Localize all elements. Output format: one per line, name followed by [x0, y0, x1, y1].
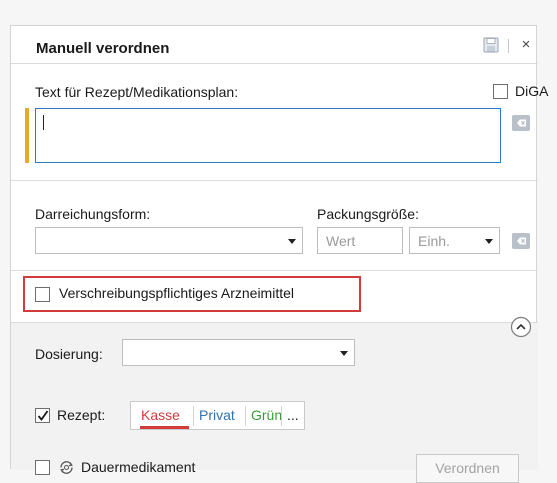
package-value-input[interactable]: Wert: [317, 227, 403, 254]
type-gruen-button[interactable]: Grün: [251, 407, 282, 423]
manual-prescription-dialog: Manuell verordnen × Text für Rezept/Medi…: [10, 25, 548, 483]
permanent-medication-checkbox[interactable]: [35, 460, 50, 475]
prescription-only-label: Verschreibungspflichtiges Arzneimittel: [59, 285, 295, 301]
dosage-form-label: Darreichungsform:: [35, 206, 151, 222]
chevron-down-icon: [340, 351, 348, 356]
title-separator: [508, 39, 509, 53]
checkmark-icon: [37, 410, 49, 421]
package-size-label: Packungsgröße:: [317, 206, 419, 222]
package-value-placeholder: Wert: [326, 233, 356, 249]
prescription-only-checkbox[interactable]: [35, 287, 50, 302]
type-privat-button[interactable]: Privat: [199, 407, 235, 423]
section-divider: [11, 270, 538, 271]
package-unit-placeholder: Einh.: [418, 233, 450, 249]
recurring-pills-icon: [60, 461, 73, 474]
dosage-label: Dosierung:: [35, 346, 103, 362]
more-types-button[interactable]: ...: [287, 407, 299, 423]
prescription-label: Rezept:: [57, 407, 106, 423]
dosage-form-select[interactable]: [35, 227, 303, 254]
header-divider: [11, 63, 538, 64]
prescription-checkbox[interactable]: [35, 408, 50, 423]
required-marker: [25, 108, 29, 163]
rx-text-label: Text für Rezept/Medikationsplan:: [35, 84, 239, 100]
chevron-down-icon: [288, 239, 296, 244]
segment-separator: [245, 406, 246, 426]
segment-separator: [193, 406, 194, 426]
chevron-down-icon: [485, 239, 493, 244]
package-unit-select[interactable]: Einh.: [409, 227, 500, 254]
rx-text-input[interactable]: [35, 108, 501, 163]
selected-indicator: [140, 426, 189, 429]
diga-checkbox[interactable]: [493, 84, 508, 99]
segment-separator: [281, 406, 282, 426]
section-divider: [11, 180, 538, 181]
prescription-type-group: Kasse Privat Grün ...: [130, 401, 305, 430]
text-caret: [43, 115, 44, 130]
collapse-up-icon[interactable]: [510, 316, 532, 338]
section-divider: [11, 322, 538, 323]
clear-package-icon[interactable]: [512, 233, 530, 249]
dosage-select[interactable]: [122, 339, 355, 366]
type-kasse-button[interactable]: Kasse: [141, 407, 180, 423]
clear-text-icon[interactable]: [512, 115, 530, 131]
dialog-title: Manuell verordnen: [36, 40, 170, 57]
diga-label: DiGA: [515, 83, 549, 99]
close-button[interactable]: ×: [519, 35, 533, 55]
save-icon[interactable]: [483, 37, 499, 53]
permanent-medication-label: Dauermedikament: [81, 459, 196, 475]
